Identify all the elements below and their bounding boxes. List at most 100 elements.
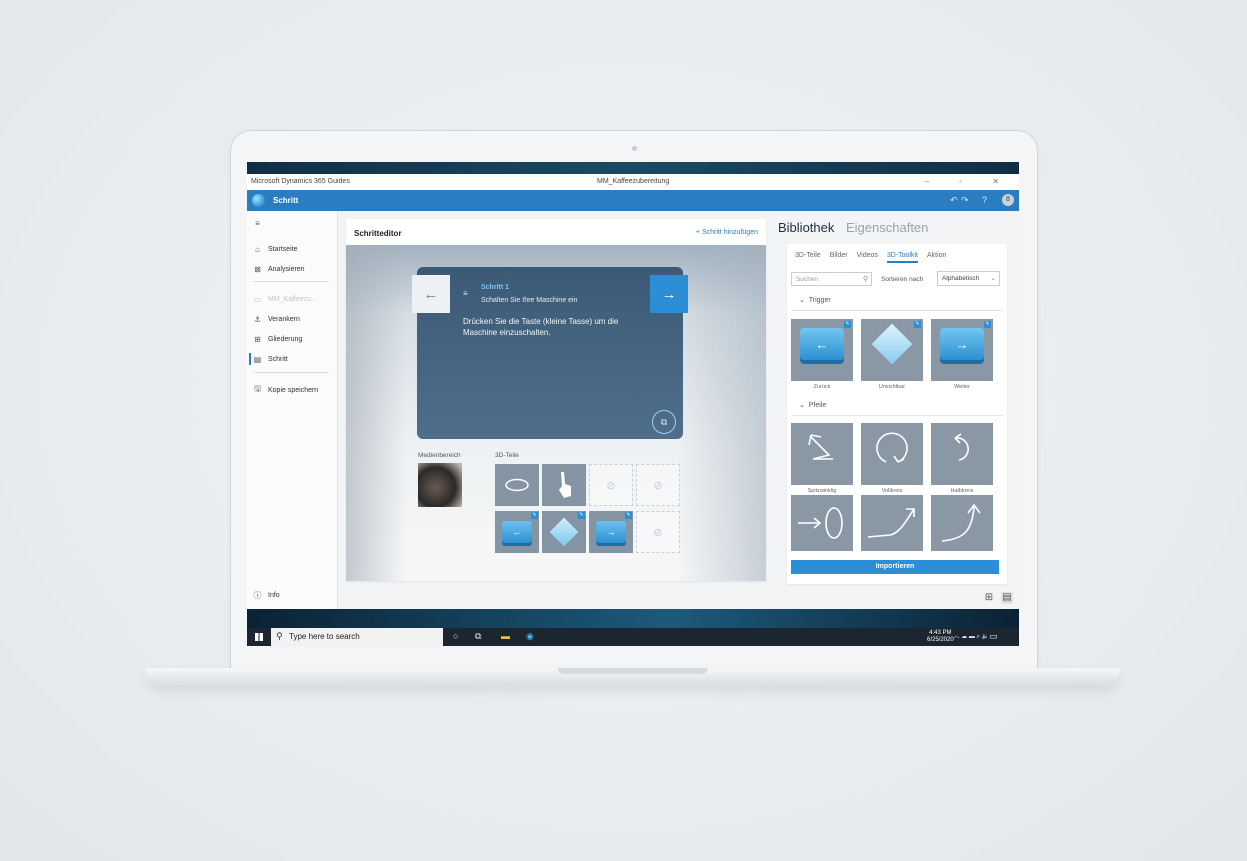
- part-slot-empty[interactable]: ⊘: [636, 464, 680, 506]
- subtab-bilder[interactable]: Bilder: [830, 252, 848, 263]
- library-item-halbkreis[interactable]: Halbkreis: [931, 423, 993, 494]
- nav-info[interactable]: ⓘ Info: [253, 589, 280, 601]
- task-view-icon[interactable]: ⧉: [475, 631, 481, 642]
- save-copy-icon: 🖫: [254, 384, 261, 393]
- library-item-spitzwinklig[interactable]: Spitzwinklig: [791, 423, 853, 494]
- help-icon[interactable]: ?: [982, 195, 987, 205]
- nav-label: Analysieren: [268, 265, 305, 273]
- right-panel: Bibliothek Eigenschaften 3D-Teile Bilder…: [773, 211, 1019, 609]
- library-search-input[interactable]: Suchen ⚲: [791, 272, 872, 286]
- windows-start-icon[interactable]: [255, 633, 263, 641]
- edge-icon[interactable]: ◉: [526, 631, 534, 642]
- part-slot-hand[interactable]: [542, 464, 586, 506]
- step-icon: ▤: [253, 354, 262, 364]
- desktop-wallpaper-top: [247, 162, 1019, 174]
- window-controls[interactable]: – ▫ ✕: [925, 177, 1013, 186]
- library-subtabs: 3D-Teile Bilder Videos 3D-Toolkit Aktion: [795, 252, 946, 263]
- capture-icon[interactable]: ⧉: [652, 410, 676, 434]
- nav-gliederung[interactable]: ⊞ Gliederung: [253, 333, 302, 345]
- guides-logo-icon: [252, 194, 265, 207]
- tab-bibliothek[interactable]: Bibliothek: [778, 220, 834, 235]
- prev-step-button[interactable]: ←: [412, 275, 450, 313]
- nav-analysieren[interactable]: ⊠ Analysieren: [253, 263, 305, 275]
- active-indicator: [249, 353, 251, 365]
- sort-label: Sortieren nach: [881, 276, 924, 283]
- app-title: Microsoft Dynamics 365 Guides: [251, 178, 350, 185]
- nav-guide-name: ▭ MM_Kaffeezu...: [253, 293, 317, 305]
- info-icon: ⓘ: [253, 590, 262, 600]
- step-editor: Schritteditor + Schritt hinzufügen ≡ Sch…: [346, 219, 766, 581]
- taskbar: ⚲ Type here to search ○ ⧉ ▬ ◉ ︿ ☁ ▬ ⌕ 🔈 …: [247, 628, 1019, 646]
- panel-tabs: Bibliothek Eigenschaften: [778, 220, 928, 235]
- half-circle-arrow-icon: [931, 423, 993, 473]
- nav-label: Schritt: [268, 355, 288, 363]
- full-circle-arrow-icon: [861, 423, 923, 473]
- redo-icon[interactable]: ↷: [961, 195, 969, 206]
- part-slot-cube[interactable]: ✎: [542, 511, 586, 553]
- step-card: ≡ Schritt 1 Schalten Sie Ihre Maschine e…: [417, 267, 683, 439]
- nav-label: Kopie speichern: [268, 386, 319, 394]
- library-box: 3D-Teile Bilder Videos 3D-Toolkit Aktion…: [787, 244, 1007, 584]
- step-subtitle[interactable]: Schalten Sie Ihre Maschine ein: [481, 297, 578, 304]
- nav-schritt[interactable]: ▤ Schritt: [253, 353, 288, 365]
- left-nav: ≡ ⌂ Startseite ⊠ Analysieren ▭ MM_Kaffee…: [247, 211, 338, 609]
- library-item-bend-up-arrow[interactable]: [931, 495, 993, 551]
- media-thumbnail[interactable]: [418, 463, 462, 507]
- part-slot-next-tile[interactable]: → ✎: [589, 511, 633, 553]
- nav-divider: [253, 372, 329, 373]
- subtab-3d-toolkit[interactable]: 3D-Toolkit: [886, 252, 918, 263]
- search-icon: ⚲: [862, 276, 868, 283]
- laptop-screen: Microsoft Dynamics 365 Guides MM_Kaffeez…: [247, 162, 1019, 646]
- part-slot-empty[interactable]: ⊘: [589, 464, 633, 506]
- part-slot-back-tile[interactable]: ← ✎: [495, 511, 539, 553]
- scene-preview: ≡ Schritt 1 Schalten Sie Ihre Maschine e…: [346, 245, 766, 581]
- part-slot-empty[interactable]: ⊘: [636, 511, 680, 553]
- laptop-base: [146, 668, 1120, 686]
- subtab-videos[interactable]: Videos: [857, 252, 878, 263]
- import-button[interactable]: Importieren: [791, 560, 999, 574]
- nav-kopie-speichern[interactable]: 🖫 Kopie speichern: [253, 384, 318, 396]
- library-item-arrow-ring[interactable]: [791, 495, 853, 551]
- nav-label: Gliederung: [268, 335, 303, 343]
- nav-divider: [253, 281, 329, 282]
- step-body[interactable]: Drücken Sie die Taste (kleine Tasse) um …: [463, 316, 653, 338]
- cortana-icon[interactable]: ○: [453, 631, 458, 641]
- part-slot-ring[interactable]: [495, 464, 539, 506]
- clock[interactable]: 4:43 PM 6/25/2020: [927, 630, 954, 644]
- outline-icon: ⊞: [254, 334, 261, 344]
- nav-verankern[interactable]: ⚓ Verankern: [253, 313, 300, 325]
- search-icon: ⚲: [276, 631, 283, 641]
- taskbar-search-input[interactable]: ⚲ Type here to search: [271, 628, 443, 646]
- step-title[interactable]: Schritt 1: [481, 284, 509, 291]
- section-pfeile[interactable]: ⌄ Pfeile: [799, 401, 826, 409]
- tab-eigenschaften[interactable]: Eigenschaften: [846, 220, 928, 235]
- nav-label: MM_Kaffeezu...: [268, 295, 317, 303]
- library-item-unsichtbar[interactable]: ✎ Unsichtbar: [861, 319, 923, 390]
- section-trigger[interactable]: ⌄ Trigger: [799, 296, 831, 304]
- workspace: ≡ ⌂ Startseite ⊠ Analysieren ▭ MM_Kaffee…: [247, 211, 1019, 609]
- library-item-zurueck[interactable]: ← ✎ Zurück: [791, 319, 853, 390]
- list-icon[interactable]: ≡: [463, 289, 468, 298]
- detail-view-icon[interactable]: ▤: [1001, 592, 1013, 604]
- nav-startseite[interactable]: ⌂ Startseite: [253, 243, 298, 255]
- add-step-button[interactable]: + Schritt hinzufügen: [696, 229, 758, 236]
- hand-pointer-icon: [542, 464, 586, 506]
- file-explorer-icon[interactable]: ▬: [501, 631, 510, 641]
- library-item-weiter[interactable]: → ✎ Weiter: [931, 319, 993, 390]
- menu-icon[interactable]: ≡: [253, 217, 262, 229]
- library-item-curved-up-arrow[interactable]: [861, 495, 923, 551]
- library-item-vollkreis[interactable]: Vollkreis: [861, 423, 923, 494]
- subtab-3d-teile[interactable]: 3D-Teile: [795, 252, 821, 263]
- window-titlebar: Microsoft Dynamics 365 Guides MM_Kaffeez…: [247, 174, 1019, 190]
- grid-view-icon[interactable]: ⊞: [983, 592, 995, 604]
- subtab-aktion[interactable]: Aktion: [927, 252, 946, 263]
- next-step-button[interactable]: →: [650, 275, 688, 313]
- editor-header: Schritteditor: [354, 229, 402, 238]
- desktop-wallpaper: [247, 609, 1019, 628]
- home-icon: ⌂: [255, 244, 260, 254]
- undo-icon[interactable]: ↶: [950, 195, 958, 206]
- notifications-icon[interactable]: ▭: [989, 631, 998, 642]
- sort-select[interactable]: Alphabetisch ⌄: [937, 271, 1000, 286]
- system-tray-icons[interactable]: ︿ ☁ ▬ ⌕ 🔈: [954, 631, 990, 641]
- avatar[interactable]: 8: [1002, 194, 1014, 206]
